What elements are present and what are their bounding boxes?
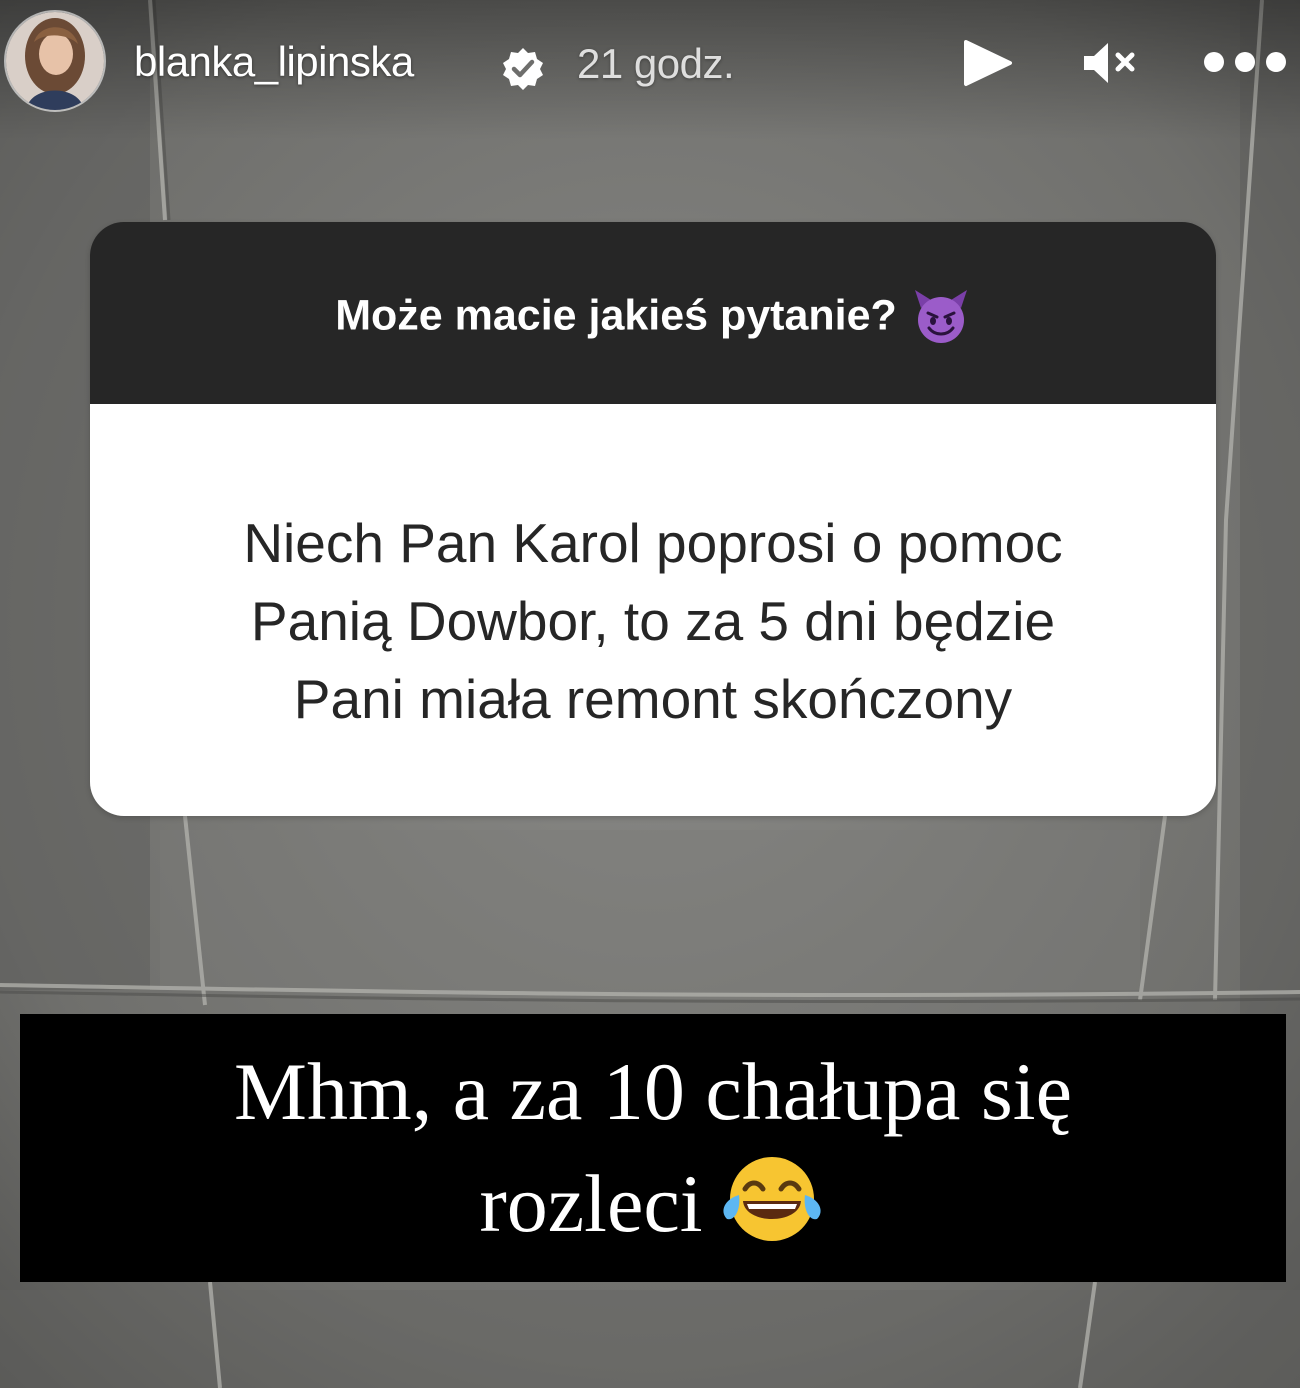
speaker-muted-icon[interactable] — [1078, 38, 1142, 88]
post-time: 21 godz. — [577, 40, 735, 87]
caption-line-with-emoji: rozleci — [20, 1148, 1286, 1260]
tears-of-joy-emoji-icon — [722, 1157, 821, 1241]
question-sticker-header: Może macie jakieś pytanie? — [90, 222, 1216, 404]
answer-line: Panią Dowbor, to za 5 dni będzie — [250, 590, 1056, 652]
story-caption: Mhm, a za 10 chałupa się rozleci — [20, 1014, 1286, 1282]
smiling-devil-emoji-icon — [914, 290, 967, 343]
question-sticker[interactable]: Może macie jakieś pytanie? Niech Pan Kar… — [90, 222, 1216, 816]
answer-line: Niech Pan Karol poprosi o pomoc — [243, 512, 1063, 574]
profile-avatar[interactable] — [4, 10, 106, 112]
play-icon[interactable] — [958, 38, 1016, 88]
avatar-photo — [6, 12, 104, 110]
username[interactable]: blanka_lipinska — [134, 38, 414, 86]
question-prompt: Może macie jakieś pytanie? — [90, 286, 1216, 346]
caption-line: rozleci — [479, 1158, 703, 1249]
answer-line: Pani miała remont skończony — [293, 668, 1013, 730]
verified-badge-icon — [503, 48, 543, 90]
question-answer-card: Niech Pan Karol poprosi o pomoc Panią Do… — [90, 404, 1216, 816]
story-header: blanka_lipinska 21 godz. — [0, 0, 1300, 130]
caption-line: Mhm, a za 10 chałupa się — [234, 1046, 1072, 1137]
question-answer-text: Niech Pan Karol poprosi o pomoc Panią Do… — [130, 504, 1176, 738]
caption-text: Mhm, a za 10 chałupa się rozleci — [20, 1036, 1286, 1260]
question-prompt-text: Może macie jakieś pytanie? — [335, 291, 897, 340]
more-horizontal-icon[interactable] — [1200, 48, 1290, 76]
